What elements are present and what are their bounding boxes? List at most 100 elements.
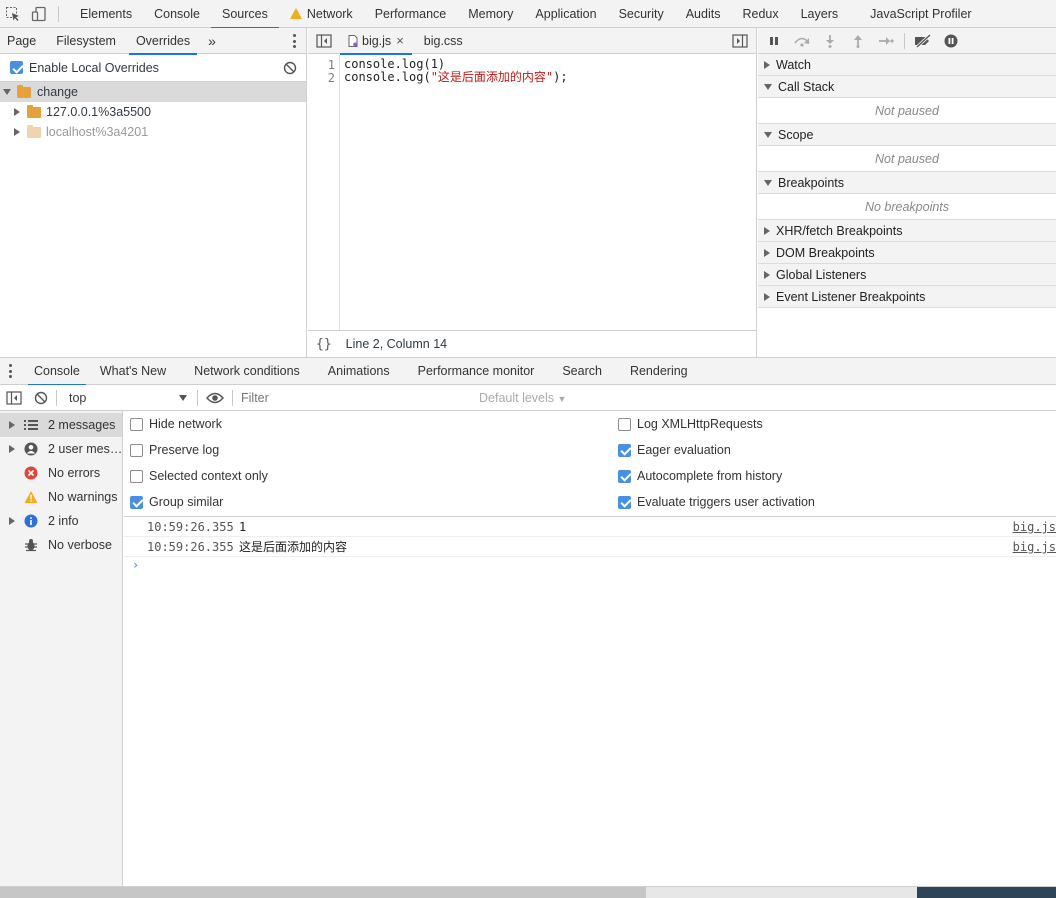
section-header-dom-breakpoints[interactable]: DOM Breakpoints — [758, 242, 1056, 264]
console-prompt-icon[interactable]: › — [132, 558, 139, 572]
sidebar-item-info[interactable]: 2 info — [0, 509, 122, 533]
section-header-call-stack[interactable]: Call Stack — [758, 76, 1056, 98]
pause-icon[interactable] — [760, 28, 788, 54]
toggle-debugger-icon[interactable] — [732, 34, 748, 48]
tree-item-root[interactable]: change — [0, 82, 306, 102]
kebab-menu-icon[interactable] — [292, 34, 296, 48]
section-header-global-listeners[interactable]: Global Listeners — [758, 264, 1056, 286]
drawer-tab-console[interactable]: Console — [28, 358, 86, 386]
toggle-sidebar-icon[interactable] — [6, 390, 22, 405]
tab-application[interactable]: Application — [524, 0, 607, 28]
tab-console[interactable]: Console — [143, 0, 211, 28]
setting-selected-context-only[interactable]: Selected context only — [130, 469, 268, 483]
section-header-watch[interactable]: Watch — [758, 54, 1056, 76]
section-header-event-listener-breakpoints[interactable]: Event Listener Breakpoints — [758, 286, 1056, 308]
expand-arrow-icon[interactable] — [764, 60, 770, 69]
context-selector[interactable]: top — [63, 388, 193, 408]
inspect-element-icon[interactable] — [0, 0, 26, 28]
code-content[interactable]: console.log(1) console.log("这是后面添加的内容"); — [344, 58, 756, 84]
setting-log-xmlhttprequests[interactable]: Log XMLHttpRequests — [618, 417, 763, 431]
expand-arrow-icon[interactable] — [9, 421, 15, 429]
setting-checkbox[interactable] — [130, 495, 143, 509]
drawer-tab-network-conditions[interactable]: Network conditions — [174, 358, 314, 385]
sidebar-item-warnings[interactable]: No warnings — [0, 485, 122, 509]
tab-javascript-profiler[interactable]: JavaScript Profiler — [859, 0, 982, 28]
setting-hide-network[interactable]: Hide network — [130, 417, 222, 431]
close-tab-icon[interactable]: × — [396, 28, 404, 54]
collapse-arrow-icon[interactable] — [764, 83, 772, 90]
step-over-icon[interactable] — [788, 28, 816, 54]
deactivate-breakpoints-icon[interactable] — [909, 28, 937, 54]
setting-checkbox[interactable] — [130, 443, 143, 457]
section-header-xhr-fetch-breakpoints[interactable]: XHR/fetch Breakpoints — [758, 220, 1056, 242]
toggle-navigator-icon[interactable] — [316, 33, 332, 48]
sidebar-item-verbose[interactable]: No verbose — [0, 533, 122, 557]
drawer-menu-icon[interactable] — [0, 363, 20, 379]
message-source-link[interactable]: big.js — [1013, 517, 1056, 537]
collapse-arrow-icon[interactable] — [764, 131, 772, 138]
clear-overrides-icon[interactable] — [283, 61, 297, 75]
enable-overrides-checkbox[interactable] — [10, 61, 23, 74]
live-expression-eye-icon[interactable] — [206, 392, 224, 404]
expand-arrow-icon[interactable] — [764, 292, 770, 301]
setting-evaluate-triggers-user-activation[interactable]: Evaluate triggers user activation — [618, 495, 815, 509]
drawer-tab-search[interactable]: Search — [548, 358, 616, 385]
setting-preserve-log[interactable]: Preserve log — [130, 443, 219, 457]
setting-checkbox[interactable] — [130, 469, 143, 483]
scrollbar-thumb[interactable] — [0, 887, 646, 898]
tab-security[interactable]: Security — [608, 0, 675, 28]
clear-console-icon[interactable] — [34, 391, 48, 405]
device-toolbar-icon[interactable] — [26, 0, 52, 28]
tab-performance[interactable]: Performance — [364, 0, 458, 28]
step-into-icon[interactable] — [816, 28, 844, 54]
step-icon[interactable] — [872, 28, 900, 54]
step-out-icon[interactable] — [844, 28, 872, 54]
setting-eager-evaluation[interactable]: Eager evaluation — [618, 443, 731, 457]
pretty-print-button[interactable]: {} — [316, 337, 332, 352]
message-source-link[interactable]: big.js — [1013, 537, 1056, 557]
sidebar-item-messages[interactable]: 2 messages — [0, 413, 122, 437]
tree-item-localhost[interactable]: localhost%3a4201 — [0, 122, 306, 142]
filter-input[interactable] — [241, 390, 471, 405]
tab-sources[interactable]: Sources — [210, 0, 279, 29]
expand-arrow-icon[interactable] — [9, 445, 15, 453]
tab-layers[interactable]: Layers — [790, 0, 850, 28]
drawer-tab-performance-monitor[interactable]: Performance monitor — [404, 358, 549, 385]
tab-page[interactable]: Page — [0, 28, 43, 54]
pause-on-exceptions-icon[interactable] — [937, 28, 965, 54]
tab-redux[interactable]: Redux — [731, 0, 789, 28]
tab-network[interactable]: Network — [279, 0, 364, 28]
setting-autocomplete-from-history[interactable]: Autocomplete from history — [618, 469, 782, 483]
drawer-tab-rendering[interactable]: Rendering — [616, 358, 702, 385]
sidebar-item-user-messages[interactable]: 2 user mes… — [0, 437, 122, 461]
file-tab-big-js[interactable]: big.js × — [340, 28, 412, 55]
section-header-breakpoints[interactable]: Breakpoints — [758, 172, 1056, 194]
expand-arrow-icon[interactable] — [14, 128, 20, 136]
more-tabs-button[interactable]: » — [201, 28, 223, 54]
tab-filesystem[interactable]: Filesystem — [49, 28, 123, 54]
tab-elements[interactable]: Elements — [69, 0, 143, 28]
expand-arrow-icon[interactable] — [9, 517, 15, 525]
setting-checkbox[interactable] — [618, 417, 631, 431]
log-levels-dropdown[interactable]: Default levels ▼ — [479, 391, 566, 405]
sidebar-item-errors[interactable]: No errors — [0, 461, 122, 485]
setting-group-similar[interactable]: Group similar — [130, 495, 223, 509]
file-tab-big-css[interactable]: big.css — [416, 28, 471, 54]
drawer-tab-animations[interactable]: Animations — [314, 358, 404, 385]
setting-checkbox[interactable] — [618, 443, 631, 457]
section-header-scope[interactable]: Scope — [758, 124, 1056, 146]
tab-overrides[interactable]: Overrides — [128, 28, 198, 55]
expand-arrow-icon[interactable] — [764, 226, 770, 235]
tab-audits[interactable]: Audits — [675, 0, 732, 28]
expand-arrow-icon[interactable] — [14, 108, 20, 116]
setting-checkbox[interactable] — [618, 495, 631, 509]
drawer-tab-whats-new[interactable]: What's New — [86, 358, 174, 385]
setting-checkbox[interactable] — [618, 469, 631, 483]
tree-item-127-0-0-1[interactable]: 127.0.0.1%3a5500 — [0, 102, 306, 122]
collapse-arrow-icon[interactable] — [764, 179, 772, 186]
expand-arrow-icon[interactable] — [764, 270, 770, 279]
expand-arrow-icon[interactable] — [3, 89, 11, 95]
setting-checkbox[interactable] — [130, 417, 143, 431]
expand-arrow-icon[interactable] — [764, 248, 770, 257]
tab-memory[interactable]: Memory — [457, 0, 524, 28]
